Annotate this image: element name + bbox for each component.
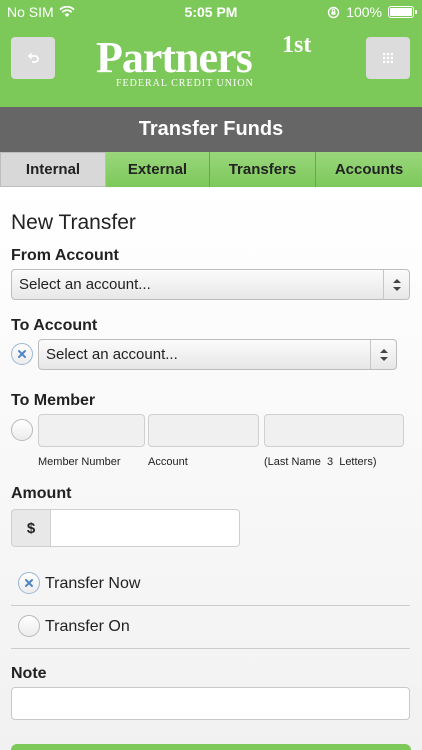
member-number-caption: Member Number (38, 456, 121, 468)
member-lastname-input[interactable] (264, 414, 404, 447)
form-heading: New Transfer (11, 211, 136, 234)
to-member-radio[interactable] (11, 419, 33, 441)
to-account-label: To Account (11, 317, 98, 334)
logo-wordmark: Partners (96, 33, 253, 82)
orientation-lock-icon (327, 6, 340, 18)
member-account-input[interactable] (148, 414, 259, 447)
from-account-select[interactable]: Select an account... (11, 269, 410, 300)
page-title: Transfer Funds (0, 107, 422, 152)
note-label: Note (11, 665, 47, 682)
note-input[interactable] (11, 687, 410, 720)
amount-input[interactable] (50, 509, 240, 547)
logo-superscript: 1st (282, 32, 312, 58)
transfer-on-radio[interactable] (18, 615, 40, 637)
radio-check-icon (25, 579, 33, 587)
back-arrow-icon (27, 52, 39, 63)
radio-check-icon (18, 350, 26, 358)
grid-menu-icon (383, 53, 393, 63)
currency-symbol: $ (11, 509, 50, 547)
menu-button[interactable] (366, 37, 410, 79)
transfer-now-radio[interactable] (18, 572, 40, 594)
transfer-on-label[interactable]: Transfer On (45, 618, 130, 636)
select-arrows-icon (370, 340, 396, 369)
tab-bar: Internal External Transfers Accounts (0, 152, 422, 187)
status-bar: No SIM 5:05 PM 100% (0, 0, 422, 24)
from-account-value: Select an account... (19, 276, 151, 293)
battery-icon (388, 6, 417, 18)
battery-percent: 100% (346, 4, 382, 20)
app-header: Partners 1st FEDERAL CREDIT UNION (0, 24, 422, 107)
member-number-input[interactable] (38, 414, 145, 447)
tab-transfers[interactable]: Transfers (210, 152, 316, 187)
member-account-caption: Account (148, 456, 188, 468)
divider (11, 605, 410, 606)
status-right: 100% (327, 4, 417, 20)
tab-external[interactable]: External (106, 152, 210, 187)
tab-internal[interactable]: Internal (0, 152, 106, 187)
transfer-now-label[interactable]: Transfer Now (45, 575, 140, 593)
to-member-label: To Member (11, 392, 96, 409)
to-account-value: Select an account... (46, 346, 178, 363)
amount-label: Amount (11, 485, 72, 502)
submit-button[interactable] (11, 744, 411, 750)
logo-subtitle: FEDERAL CREDIT UNION (116, 78, 254, 89)
partners-1st-logo: Partners 1st FEDERAL CREDIT UNION (96, 32, 326, 94)
member-lastname-caption: (Last Name 3 Letters) (264, 456, 377, 468)
to-account-radio[interactable] (11, 343, 33, 365)
to-account-select[interactable]: Select an account... (38, 339, 397, 370)
from-account-label: From Account (11, 247, 119, 264)
tab-accounts[interactable]: Accounts (316, 152, 422, 187)
select-arrows-icon (383, 270, 409, 299)
divider (11, 648, 410, 649)
back-button[interactable] (11, 37, 55, 79)
transfer-form: New Transfer From Account Select an acco… (0, 187, 422, 750)
